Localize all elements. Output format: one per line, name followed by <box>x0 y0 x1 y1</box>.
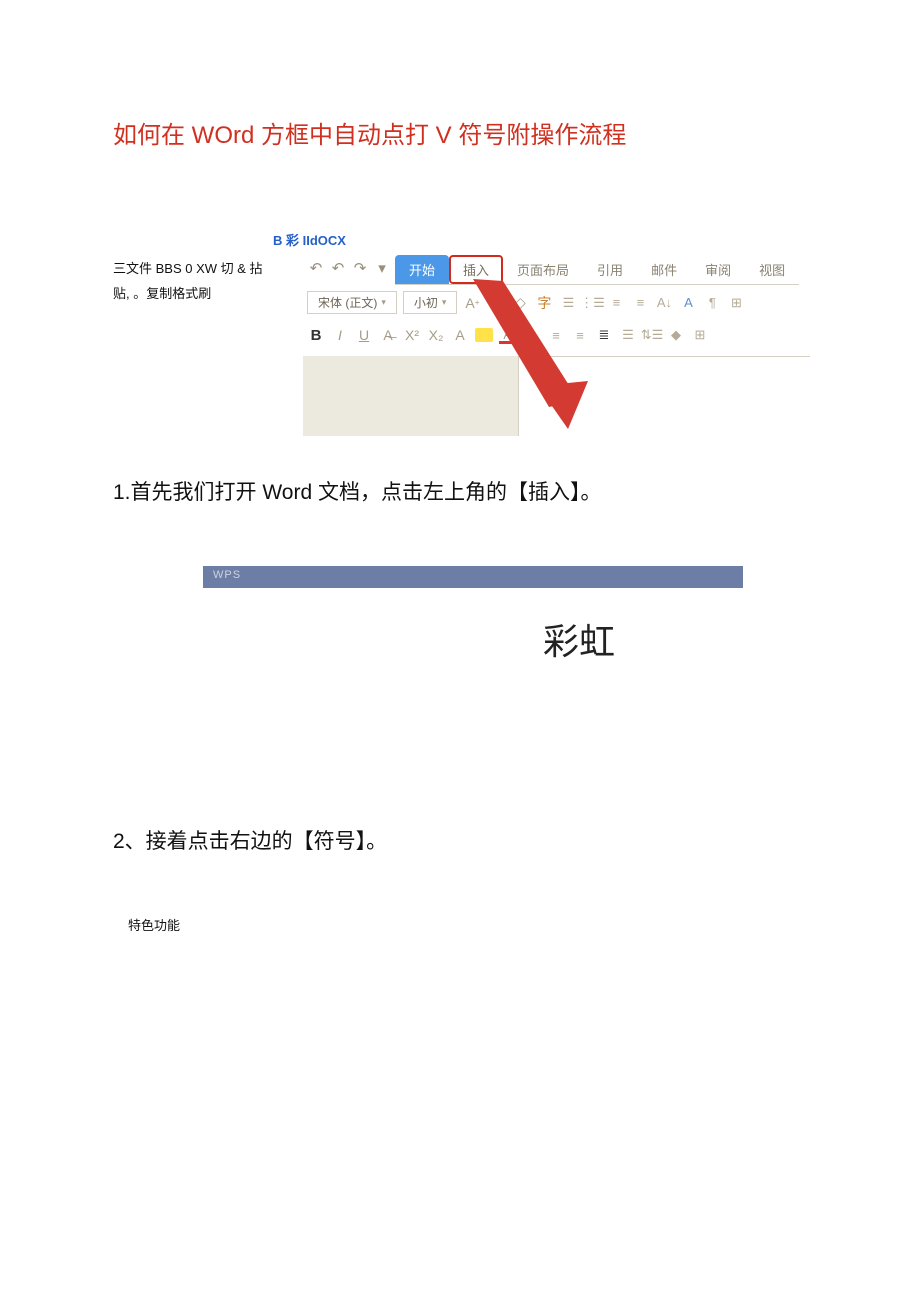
step-2-text: 2、接着点击右边的【符号】。 <box>113 825 810 855</box>
highlight-icon[interactable] <box>475 328 493 342</box>
font-color-icon[interactable]: A <box>499 326 517 344</box>
step-1-text: 1.首先我们打开 Word 文档，点击左上角的【插入】。 <box>113 476 810 506</box>
ribbon-tabs: 开始 插入 页面布局 引用 邮件 审阅 视图 <box>395 255 799 285</box>
ribbon-row-format: B I U A̶ X² X₂ A A ≡ ≡ ≡ ≣ ☰ ⇅☰ ◆ ⊞ <box>303 320 810 350</box>
wps-title-bar: WPS <box>203 566 743 588</box>
grow-font-icon[interactable]: A+ <box>463 294 481 312</box>
rainbow-text: 彩虹 <box>543 613 810 665</box>
screenshot-1: 三文件 BBS 0 XW 切 & 拈 贴, 。复制格式刷 ↶ ↶ ↷ ▾ 开始 … <box>113 255 810 436</box>
ribbon-row-font: 宋体 (正文)▾ 小初▾ A+ A- ◇ 字 ☰ ⋮☰ ≡ ≡ A↓ A ¶ ⊞ <box>303 285 810 320</box>
paragraph-icon[interactable]: ¶ <box>703 294 721 312</box>
shading-icon[interactable]: ◆ <box>667 326 685 344</box>
feature-label: 特色功能 <box>128 915 810 934</box>
doc-gutter <box>303 356 518 436</box>
dropdown-icon[interactable]: ▾ <box>373 259 391 277</box>
align-dist-icon[interactable]: ☰ <box>619 326 637 344</box>
phonetic-icon[interactable]: 字 <box>535 294 553 312</box>
align-left-icon[interactable]: ≡ <box>523 326 541 344</box>
tab-layout[interactable]: 页面布局 <box>503 255 583 284</box>
subscript-icon[interactable]: X₂ <box>427 326 445 344</box>
side-caption: 三文件 BBS 0 XW 切 & 拈 贴, 。复制格式刷 <box>113 255 303 306</box>
border-icon[interactable]: ⊞ <box>727 294 745 312</box>
line-spacing-icon[interactable]: ⇅☰ <box>643 326 661 344</box>
document-canvas <box>303 356 810 436</box>
align-justify-icon[interactable]: ≣ <box>595 326 613 344</box>
side-caption-line-1: 三文件 BBS 0 XW 切 & 拈 <box>113 257 303 282</box>
char-style-icon[interactable]: A <box>679 294 697 312</box>
italic-icon[interactable]: I <box>331 326 349 344</box>
bold-icon[interactable]: B <box>307 326 325 344</box>
font-size-select[interactable]: 小初▾ <box>403 291 458 314</box>
indent-left-icon[interactable]: ≡ <box>607 294 625 312</box>
align-center-icon[interactable]: ≡ <box>547 326 565 344</box>
doc-page <box>518 356 810 436</box>
tab-reference[interactable]: 引用 <box>583 255 637 284</box>
bullet-list-icon[interactable]: ☰ <box>559 294 577 312</box>
page-title: 如何在 WOrd 方框中自动点打 V 符号附操作流程 <box>113 115 810 150</box>
undo-icon[interactable]: ↶ <box>307 259 325 277</box>
tab-view[interactable]: 视图 <box>745 255 799 284</box>
tab-review[interactable]: 审阅 <box>691 255 745 284</box>
clear-format-icon[interactable]: ◇ <box>511 294 529 312</box>
side-caption-line-2: 贴, 。复制格式刷 <box>113 282 303 307</box>
tab-mail[interactable]: 邮件 <box>637 255 691 284</box>
doc-filename-label: B 彩 IIdOCX <box>273 230 810 249</box>
number-list-icon[interactable]: ⋮☰ <box>583 294 601 312</box>
tab-start[interactable]: 开始 <box>395 255 449 284</box>
sort-icon[interactable]: A↓ <box>655 294 673 312</box>
superscript-icon[interactable]: X² <box>403 326 421 344</box>
align-right-icon[interactable]: ≡ <box>571 326 589 344</box>
indent-right-icon[interactable]: ≡ <box>631 294 649 312</box>
font-effects-icon[interactable]: A <box>451 326 469 344</box>
ribbon-area: ↶ ↶ ↷ ▾ 开始 插入 页面布局 引用 邮件 审阅 视图 宋体 (正文)▾ … <box>303 255 810 436</box>
shrink-font-icon[interactable]: A- <box>487 294 505 312</box>
font-name-select[interactable]: 宋体 (正文)▾ <box>307 291 397 314</box>
strike-icon[interactable]: A̶ <box>379 326 397 344</box>
quick-access-toolbar: ↶ ↶ ↷ ▾ <box>303 257 395 283</box>
undo-icon-2[interactable]: ↶ <box>329 259 347 277</box>
table-icon[interactable]: ⊞ <box>691 326 709 344</box>
redo-icon[interactable]: ↷ <box>351 259 369 277</box>
tab-insert[interactable]: 插入 <box>449 255 503 284</box>
underline-icon[interactable]: U <box>355 326 373 344</box>
